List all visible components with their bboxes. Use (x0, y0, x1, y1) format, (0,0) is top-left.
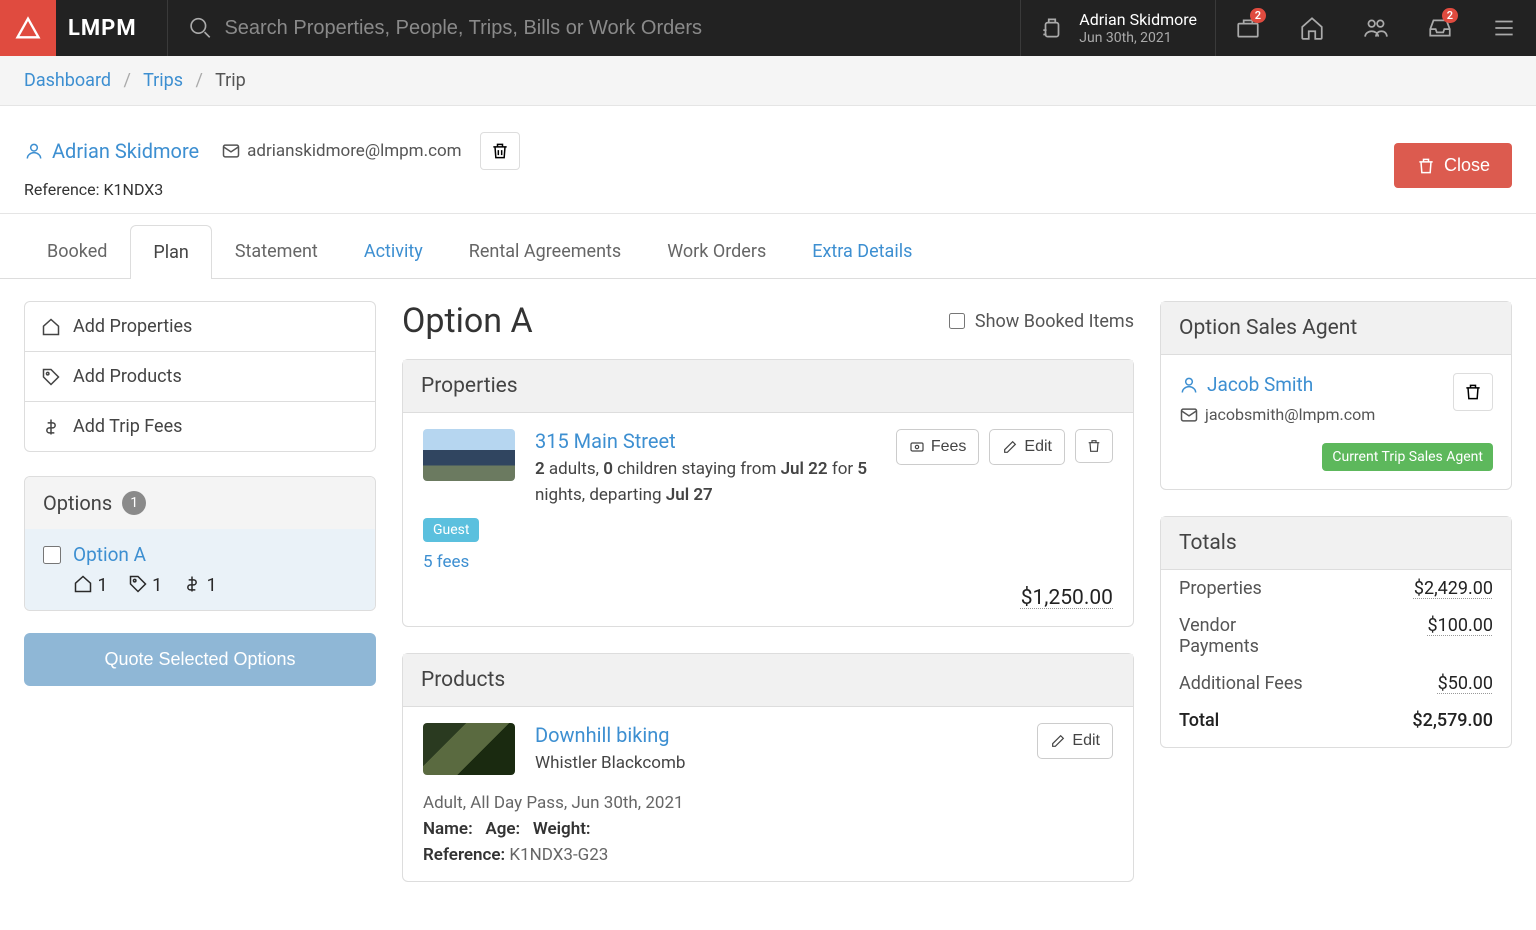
briefcase-icon[interactable]: 2 (1216, 0, 1280, 56)
quote-button[interactable]: Quote Selected Options (24, 633, 376, 686)
add-properties-button[interactable]: Add Properties (25, 302, 375, 351)
home-icon (41, 317, 61, 337)
current-agent-badge: Current Trip Sales Agent (1322, 443, 1493, 471)
show-booked-checkbox[interactable] (949, 313, 965, 329)
sales-agent-card: Option Sales Agent Jacob Smith jacobsmit… (1160, 301, 1512, 490)
add-products-button[interactable]: Add Products (25, 351, 375, 401)
options-label: Options (43, 491, 112, 515)
tab-activity[interactable]: Activity (341, 224, 446, 278)
agent-email: jacobsmith@lmpm.com (1179, 405, 1375, 425)
user-date: Jun 30th, 2021 (1079, 30, 1197, 46)
products-card: Products Downhill biking Whistler Blackc… (402, 653, 1134, 882)
search-input[interactable] (224, 17, 1000, 40)
dollar-icon (182, 574, 202, 594)
options-count: 1 (122, 491, 146, 515)
properties-card: Properties 315 Main Street 2 adults, 0 c… (402, 359, 1134, 627)
guest-badge: Guest (423, 518, 479, 542)
delete-property-button[interactable] (1075, 429, 1113, 463)
people-icon[interactable] (1344, 0, 1408, 56)
mail-icon (221, 141, 241, 161)
logo-text[interactable]: LMPM (68, 16, 137, 41)
reference-label: Reference: (24, 180, 100, 199)
crumb-dashboard[interactable]: Dashboard (24, 70, 111, 91)
tabs: Booked Plan Statement Activity Rental Ag… (0, 224, 1536, 279)
product-title-link[interactable]: Downhill biking (535, 723, 670, 747)
trash-icon (490, 141, 510, 161)
totals-card: Totals Properties$2,429.00 Vendor Paymen… (1160, 516, 1512, 748)
home-icon (73, 574, 93, 594)
option-a-link[interactable]: Option A (73, 543, 146, 566)
action-list: Add Properties Add Products Add Trip Fee… (24, 301, 376, 452)
tab-statement[interactable]: Statement (212, 224, 341, 278)
inbox-badge: 2 (1442, 8, 1458, 23)
topbar: LMPM Adrian Skidmore Jun 30th, 2021 2 2 (0, 0, 1536, 56)
tab-rental[interactable]: Rental Agreements (446, 224, 644, 278)
tag-icon (128, 574, 148, 594)
show-booked-toggle[interactable]: Show Booked Items (949, 311, 1134, 332)
tab-plan[interactable]: Plan (130, 225, 211, 279)
guest-name-link[interactable]: Adrian Skidmore (24, 139, 199, 163)
option-row[interactable]: Option A 1 1 1 (25, 529, 375, 610)
totals-vendor: $100.00 (1428, 615, 1493, 657)
money-icon (909, 439, 925, 455)
edit-icon (1002, 439, 1018, 455)
product-subtitle: Whistler Blackcomb (535, 751, 1017, 777)
totals-properties: $2,429.00 (1414, 578, 1493, 599)
tag-icon (41, 367, 61, 387)
tab-extra-details[interactable]: Extra Details (789, 224, 935, 278)
user-name: Adrian Skidmore (1079, 10, 1197, 29)
mail-icon (1179, 405, 1199, 425)
trash-icon (1086, 438, 1102, 454)
search-wrap[interactable] (168, 15, 1021, 41)
add-fees-button[interactable]: Add Trip Fees (25, 401, 375, 451)
edit-icon (1050, 733, 1066, 749)
option-title: Option A (402, 301, 533, 341)
edit-property-button[interactable]: Edit (989, 429, 1065, 465)
totals-fees: $50.00 (1438, 673, 1493, 694)
menu-icon[interactable] (1472, 0, 1536, 56)
inbox-icon[interactable]: 2 (1408, 0, 1472, 56)
breadcrumb: Dashboard / Trips / Trip (0, 56, 1536, 106)
luggage-icon (1039, 15, 1065, 41)
close-button[interactable]: Close (1394, 143, 1512, 188)
edit-product-button[interactable]: Edit (1037, 723, 1113, 759)
property-thumb (423, 429, 515, 481)
page-header: Adrian Skidmore adrianskidmore@lmpm.com … (0, 106, 1536, 214)
property-title-link[interactable]: 315 Main Street (535, 429, 676, 453)
totals-heading: Totals (1161, 517, 1511, 570)
search-icon (188, 15, 213, 41)
crumb-current: Trip (215, 70, 246, 91)
dollar-icon (41, 417, 61, 437)
products-heading: Products (403, 654, 1133, 707)
option-checkbox[interactable] (43, 546, 61, 564)
tab-booked[interactable]: Booked (24, 224, 130, 278)
logo-mark[interactable] (0, 0, 56, 56)
properties-heading: Properties (403, 360, 1133, 413)
briefcase-badge: 2 (1250, 8, 1266, 23)
fees-link[interactable]: 5 fees (423, 552, 1113, 572)
delete-guest-button[interactable] (480, 132, 520, 170)
fees-button[interactable]: Fees (896, 429, 980, 465)
tab-work-orders[interactable]: Work Orders (644, 224, 789, 278)
user-icon (1179, 375, 1199, 395)
home-icon[interactable] (1280, 0, 1344, 56)
delete-agent-button[interactable] (1453, 373, 1493, 411)
totals-total: $2,579.00 (1412, 710, 1493, 731)
agent-name-link[interactable]: Jacob Smith (1179, 373, 1313, 396)
user-icon (24, 141, 44, 161)
user-block[interactable]: Adrian Skidmore Jun 30th, 2021 (1021, 10, 1215, 45)
trash-icon (1416, 156, 1436, 176)
trash-icon (1463, 382, 1483, 402)
crumb-trips[interactable]: Trips (143, 70, 183, 91)
property-price: $1,250.00 (423, 586, 1113, 610)
product-thumb (423, 723, 515, 775)
reference-value: K1NDX3 (104, 180, 164, 199)
guest-email: adrianskidmore@lmpm.com (221, 141, 461, 161)
product-meta: Adult, All Day Pass, Jun 30th, 2021 Name… (423, 793, 1113, 865)
agent-heading: Option Sales Agent (1161, 302, 1511, 355)
options-panel: Options 1 Option A 1 1 1 (24, 476, 376, 611)
property-desc: 2 adults, 0 children staying from Jul 22… (535, 457, 876, 508)
